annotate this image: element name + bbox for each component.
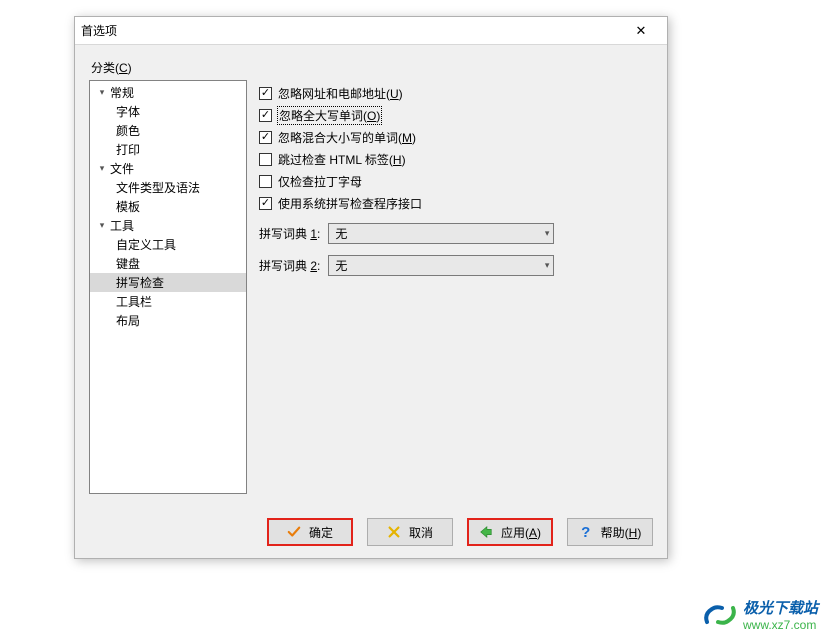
chevron-down-icon: ▾ [545, 260, 550, 271]
select-label: 拼写词典 1: [259, 225, 320, 242]
checkbox[interactable] [259, 131, 272, 144]
tree-item-7[interactable]: ▾工具 [90, 216, 246, 235]
apply-button[interactable]: 应用(A) [467, 518, 553, 546]
checkbox-label: 使用系统拼写检查程序接口 [278, 195, 422, 212]
close-button[interactable]: ✕ [621, 18, 661, 44]
ok-button[interactable]: 确定 [267, 518, 353, 546]
tree-item-5[interactable]: 文件类型及语法 [90, 178, 246, 197]
tree-item-label: 颜色 [116, 122, 140, 139]
tree-item-label: 键盘 [116, 255, 140, 272]
preferences-dialog: 首选项 ✕ 分类(C) ▾常规字体颜色打印▾文件文件类型及语法模板▾工具自定义工… [74, 16, 668, 559]
checkbox[interactable] [259, 109, 272, 122]
tree-item-label: 文件类型及语法 [116, 179, 200, 196]
checkbox-row-1[interactable]: 忽略全大写单词(O) [259, 104, 651, 126]
select-label: 拼写词典 2: [259, 257, 320, 274]
tree-item-label: 自定义工具 [116, 236, 176, 253]
titlebar: 首选项 ✕ [75, 17, 667, 45]
checkbox-row-5[interactable]: 使用系统拼写检查程序接口 [259, 192, 651, 214]
chevron-down-icon: ▾ [96, 163, 108, 174]
tree-item-3[interactable]: 打印 [90, 140, 246, 159]
help-button[interactable]: ? 帮助(H) [567, 518, 653, 546]
tree-item-label: 模板 [116, 198, 140, 215]
tree-item-label: 字体 [116, 103, 140, 120]
tree-item-10[interactable]: 拼写检查 [90, 273, 246, 292]
checkbox[interactable] [259, 197, 272, 210]
dialog-body: 分类(C) ▾常规字体颜色打印▾文件文件类型及语法模板▾工具自定义工具键盘拼写检… [75, 45, 667, 508]
checkbox-row-4[interactable]: 仅检查拉丁字母 [259, 170, 651, 192]
tree-item-9[interactable]: 键盘 [90, 254, 246, 273]
checkbox-label: 仅检查拉丁字母 [278, 173, 362, 190]
checkbox[interactable] [259, 153, 272, 166]
tree-item-11[interactable]: 工具栏 [90, 292, 246, 311]
logo-icon [703, 600, 737, 633]
dictionary-select-2[interactable]: 无▾ [328, 255, 554, 276]
watermark-line2: www.xz7.com [743, 618, 818, 632]
tree-item-label: 常规 [110, 84, 134, 101]
tree-item-2[interactable]: 颜色 [90, 121, 246, 140]
tree-item-label: 工具栏 [116, 293, 152, 310]
chevron-down-icon: ▾ [96, 87, 108, 98]
check-icon [287, 525, 301, 539]
ok-button-label: 确定 [309, 524, 333, 541]
checkbox-label: 忽略混合大小写的单词(M) [278, 129, 416, 146]
tree-item-label: 布局 [116, 312, 140, 329]
watermark: 极光下载站 www.xz7.com [703, 600, 818, 633]
checkbox-label: 忽略全大写单词(O) [278, 107, 381, 124]
checkbox[interactable] [259, 175, 272, 188]
cancel-button-label: 取消 [409, 524, 433, 541]
tree-item-label: 打印 [116, 141, 140, 158]
checkbox-row-3[interactable]: 跳过检查 HTML 标签(H) [259, 148, 651, 170]
tree-item-4[interactable]: ▾文件 [90, 159, 246, 178]
tree-item-label: 文件 [110, 160, 134, 177]
select-value: 无 [335, 225, 347, 242]
cancel-button[interactable]: 取消 [367, 518, 453, 546]
settings-panel: 忽略网址和电邮地址(U) 忽略全大写单词(O) 忽略混合大小写的单词(M) 跳过检查 … [255, 80, 653, 494]
category-label: 分类(C) [91, 59, 653, 76]
chevron-down-icon: ▾ [545, 228, 550, 239]
category-tree[interactable]: ▾常规字体颜色打印▾文件文件类型及语法模板▾工具自定义工具键盘拼写检查工具栏布局 [89, 80, 247, 494]
content-row: ▾常规字体颜色打印▾文件文件类型及语法模板▾工具自定义工具键盘拼写检查工具栏布局… [89, 80, 653, 494]
button-bar: 确定 取消 应用(A) ? 帮助(H) [89, 518, 653, 546]
checkbox-row-0[interactable]: 忽略网址和电邮地址(U) [259, 82, 651, 104]
close-icon: ✕ [636, 23, 647, 39]
question-icon: ? [579, 525, 593, 539]
tree-item-6[interactable]: 模板 [90, 197, 246, 216]
tree-item-0[interactable]: ▾常规 [90, 83, 246, 102]
tree-item-label: 工具 [110, 217, 134, 234]
watermark-text: 极光下载站 www.xz7.com [743, 600, 818, 632]
tree-item-label: 拼写检查 [116, 274, 164, 291]
watermark-line1: 极光下载站 [743, 600, 818, 618]
apply-button-label: 应用(A) [501, 524, 541, 541]
chevron-down-icon: ▾ [96, 220, 108, 231]
dictionary-select-1[interactable]: 无▾ [328, 223, 554, 244]
checkbox[interactable] [259, 87, 272, 100]
tree-item-12[interactable]: 布局 [90, 311, 246, 330]
select-row-1: 拼写词典 2:无▾ [259, 252, 651, 278]
select-row-0: 拼写词典 1:无▾ [259, 220, 651, 246]
cross-icon [387, 525, 401, 539]
checkbox-label: 跳过检查 HTML 标签(H) [278, 151, 406, 168]
arrow-left-icon [479, 525, 493, 539]
tree-item-8[interactable]: 自定义工具 [90, 235, 246, 254]
checkbox-label: 忽略网址和电邮地址(U) [278, 85, 403, 102]
tree-item-1[interactable]: 字体 [90, 102, 246, 121]
checkbox-row-2[interactable]: 忽略混合大小写的单词(M) [259, 126, 651, 148]
select-value: 无 [335, 257, 347, 274]
dialog-title: 首选项 [81, 22, 117, 39]
help-button-label: 帮助(H) [601, 524, 642, 541]
